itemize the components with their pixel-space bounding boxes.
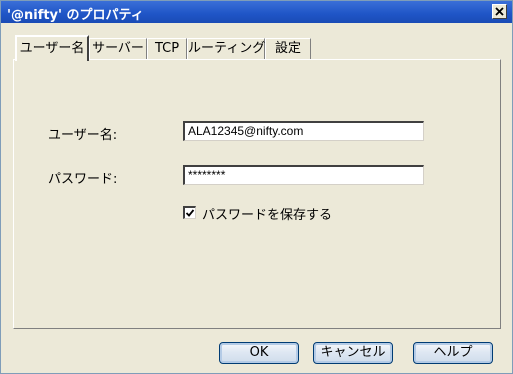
tab-settings[interactable]: 設定	[265, 38, 311, 60]
window-title: '@nifty' のプロパティ	[7, 8, 144, 23]
tab-tcp[interactable]: TCP	[147, 38, 187, 60]
tab-username[interactable]: ユーザー名	[15, 35, 89, 61]
save-password-checkbox[interactable]	[183, 206, 196, 219]
properties-dialog: '@nifty' のプロパティ ユーザー名 サーバー TCP ルーティング 設定…	[0, 0, 513, 374]
tab-server[interactable]: サーバー	[89, 38, 147, 60]
title-bar[interactable]: '@nifty' のプロパティ	[1, 1, 512, 23]
close-button[interactable]	[492, 4, 507, 19]
tab-routing[interactable]: ルーティング	[187, 38, 265, 60]
checkmark-icon	[185, 209, 195, 217]
cancel-button[interactable]: キャンセル	[313, 342, 393, 364]
password-field[interactable]: ********	[183, 165, 424, 185]
tab-panel	[13, 59, 501, 329]
username-field[interactable]: ALA12345@nifty.com	[183, 121, 424, 141]
save-password-label[interactable]: パスワードを保存する	[202, 204, 332, 223]
ok-button[interactable]: OK	[219, 342, 299, 364]
username-label: ユーザー名:	[48, 128, 118, 143]
close-icon	[495, 7, 504, 16]
help-button[interactable]: ヘルプ	[413, 342, 493, 364]
password-label: パスワード:	[48, 172, 118, 187]
